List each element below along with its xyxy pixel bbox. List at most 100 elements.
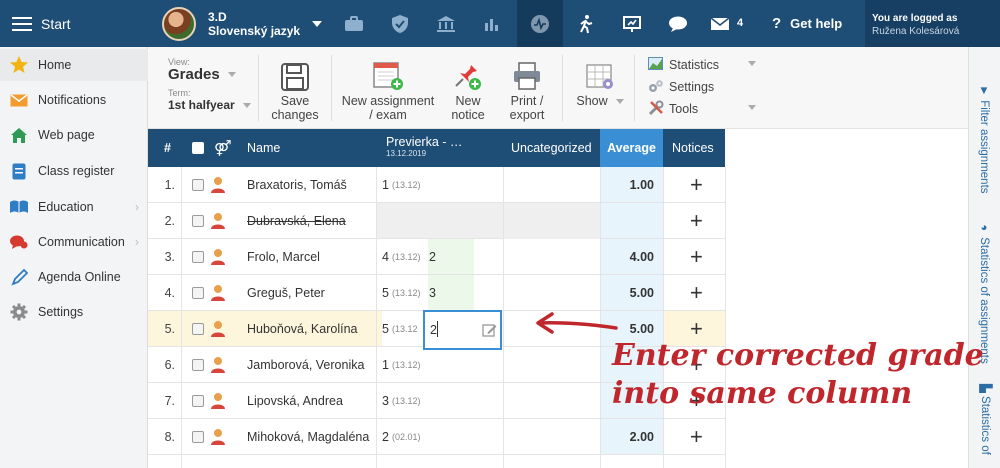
col-number-header: # (164, 141, 171, 155)
get-help-button[interactable]: ? Get help (772, 15, 842, 32)
student-name[interactable]: Braxatoris, Tomáš (247, 167, 347, 203)
user-account[interactable]: You are logged as Ružena Kolesárová (865, 0, 1000, 47)
bar-chart-icon[interactable] (469, 0, 515, 47)
grade-date: (13.12) (391, 360, 421, 370)
corrected-grade-cell[interactable]: 3 (428, 275, 474, 310)
sidebar-item-settings[interactable]: Settings (0, 296, 148, 328)
grade-date: (13.12) (391, 252, 421, 262)
sidebar-item-education[interactable]: Education › (0, 191, 148, 223)
sidebar: Home Notifications Web page Class regist… (0, 47, 148, 468)
view-selector-group: View: Grades Term: 1st halfyear (168, 57, 258, 112)
sidebar-item-home[interactable]: Home (0, 49, 148, 81)
activity-icon[interactable] (517, 0, 563, 47)
print-label-1: Print / (510, 94, 544, 108)
uncategorized-cell[interactable] (503, 347, 600, 383)
bank-icon[interactable] (423, 0, 469, 47)
row-checkbox[interactable] (192, 383, 204, 419)
add-notice-button[interactable]: + (690, 239, 703, 275)
filter-assignments-tab[interactable]: ▼ Filter assignments (978, 85, 990, 194)
student-name[interactable]: Jamborová, Veronika (247, 347, 364, 383)
sidebar-item-agenda-online[interactable]: Agenda Online (0, 261, 148, 293)
sidebar-item-label: Education (38, 200, 94, 214)
presentation-icon[interactable] (609, 0, 655, 47)
row-checkbox[interactable] (192, 419, 204, 455)
view-select[interactable]: Grades (168, 66, 258, 83)
settings-menu[interactable]: Settings (648, 76, 719, 98)
user-name: Ružena Kolesárová (872, 26, 960, 37)
grade-cell[interactable]: 4 (13.12) (382, 239, 420, 275)
row-checkbox[interactable] (192, 347, 204, 383)
col-average-header[interactable]: Average (600, 129, 663, 167)
uncategorized-cell[interactable] (503, 167, 600, 203)
col-assignment-header[interactable]: Previerka - … 13.12.2019 (386, 129, 501, 167)
new-assignment-button[interactable]: New assignment / exam (340, 57, 436, 122)
average-cell: 1.00 (600, 167, 663, 202)
sidebar-item-web-page[interactable]: Web page (0, 119, 148, 151)
student-icon (210, 383, 226, 419)
tools-menu[interactable]: Tools (648, 98, 719, 120)
pushpin-add-icon (444, 57, 492, 91)
briefcase-icon[interactable] (331, 0, 377, 47)
sidebar-item-label: Communication (38, 235, 125, 249)
student-name[interactable]: Huboňová, Karolína (247, 311, 358, 347)
statistics-menu[interactable]: Statistics (648, 54, 719, 76)
corrected-grade-input[interactable]: 2 (423, 310, 502, 350)
row-number: 6. (164, 358, 175, 372)
chat-icon[interactable] (655, 0, 701, 47)
corrected-grade-cell[interactable]: 2 (428, 239, 474, 274)
top-bar: Start 3.D Slovenský jazyk 4 ? Get help Y… (0, 0, 1000, 47)
term-label: Term: (168, 88, 191, 98)
row-checkbox[interactable] (192, 239, 204, 275)
row-number: 4. (164, 286, 175, 300)
grade-cell[interactable]: 1 (13.12) (382, 167, 420, 203)
col-uncategorized-header[interactable]: Uncategorized (511, 129, 592, 167)
add-notice-button[interactable]: + (690, 167, 703, 203)
add-notice-button[interactable]: + (690, 275, 703, 311)
student-icon (210, 239, 226, 275)
shield-icon[interactable] (377, 0, 423, 47)
student-name[interactable]: Greguš, Peter (247, 275, 325, 311)
toolbar-divider (258, 55, 259, 121)
book-icon (0, 200, 38, 214)
sidebar-item-communication[interactable]: Communication › (0, 226, 148, 258)
student-name[interactable]: Lipovská, Andrea (247, 383, 343, 419)
term-select[interactable]: 1st halfyear (168, 98, 258, 112)
new-notice-button[interactable]: New notice (444, 57, 492, 122)
sidebar-item-class-register[interactable]: Class register (0, 155, 148, 187)
start-menu-button[interactable]: Start (0, 0, 150, 47)
sidebar-item-notifications[interactable]: Notifications (0, 84, 148, 116)
grade-cell[interactable]: 5 (13.12) (382, 275, 420, 311)
uncategorized-cell[interactable] (503, 239, 600, 275)
student-name[interactable]: Frolo, Marcel (247, 239, 320, 275)
add-notice-button[interactable]: + (690, 203, 703, 239)
grade-cell[interactable]: 2 (02.01) (382, 419, 420, 455)
average-cell: 2.00 (600, 419, 663, 454)
select-all-checkbox[interactable] (192, 129, 204, 167)
row-checkbox[interactable] (192, 275, 204, 311)
grade-cell[interactable]: 5 (13.12 (382, 311, 427, 346)
walking-icon[interactable] (563, 0, 609, 47)
add-notice-button[interactable]: + (690, 419, 703, 455)
row-checkbox[interactable] (192, 167, 204, 203)
edit-icon[interactable] (482, 323, 497, 338)
show-menu-button[interactable]: Show (574, 57, 626, 108)
uncategorized-cell[interactable] (503, 383, 600, 419)
save-changes-button[interactable]: Save changes (268, 57, 322, 122)
print-export-button[interactable]: Print / export (502, 57, 552, 122)
save-label-2: changes (271, 108, 319, 122)
grade-value: 1 (382, 358, 389, 372)
class-selector[interactable]: 3.D Slovenský jazyk (162, 7, 323, 41)
grade-cell[interactable]: 1 (13.12) (382, 347, 420, 383)
student-name[interactable]: Mihoková, Magdaléna (247, 419, 369, 455)
row-checkbox[interactable] (192, 311, 204, 347)
subject-name: Slovenský jazyk (208, 24, 301, 38)
col-name-header[interactable]: Name (247, 129, 280, 167)
new-notice-label-1: New (455, 94, 481, 108)
grade-cell[interactable]: 3 (13.12) (382, 383, 420, 419)
table-row: 2. Dubravská, Elena + (148, 203, 725, 239)
uncategorized-cell[interactable] (503, 419, 600, 455)
grid-settings-icon (574, 57, 626, 91)
gear-icon (0, 303, 38, 321)
student-name[interactable]: Dubravská, Elena (247, 203, 346, 239)
row-checkbox[interactable] (192, 203, 204, 239)
